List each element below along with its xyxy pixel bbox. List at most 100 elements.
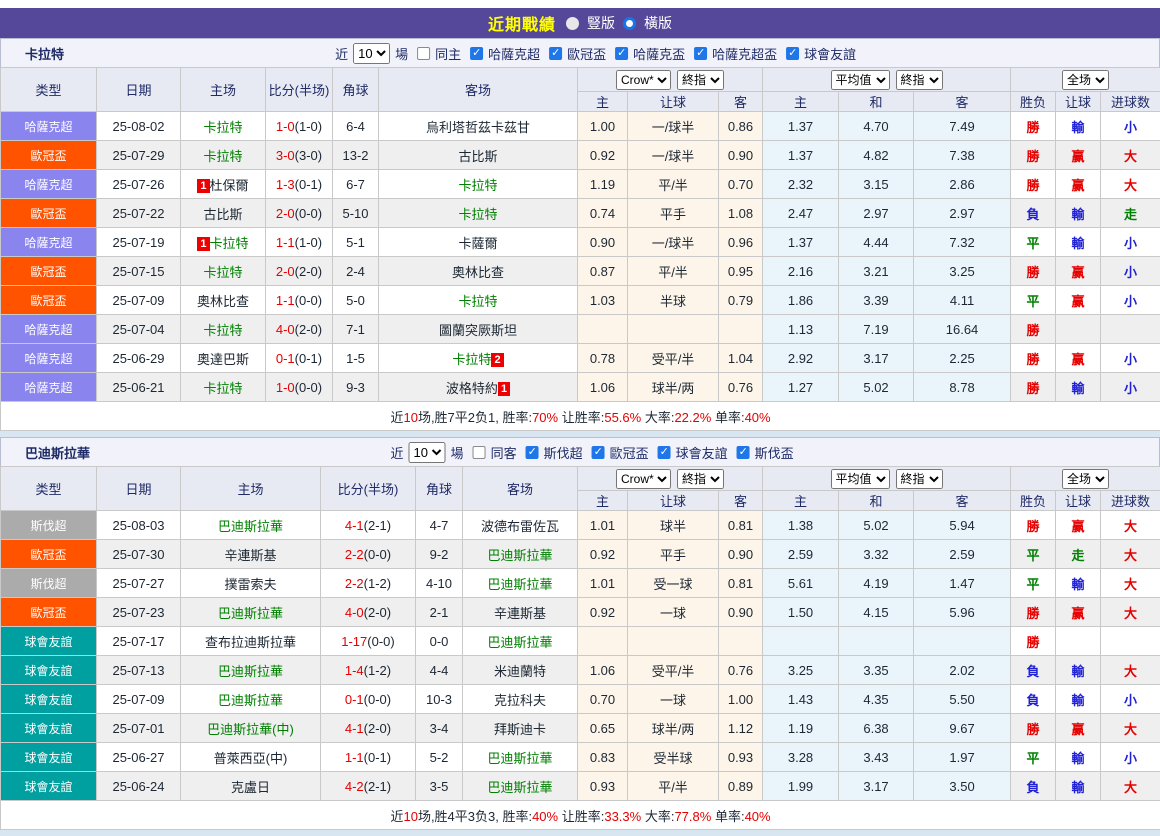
odds-company-select[interactable]: Crow*: [616, 70, 671, 90]
league-badge: 哈薩克超: [1, 315, 97, 344]
league-filter-2-checkbox[interactable]: [615, 47, 628, 60]
avg-away-value: 3.25: [914, 257, 1011, 286]
horizontal-layout-radio[interactable]: [623, 17, 636, 30]
home-team-name: 杜保爾: [210, 178, 249, 193]
league-filter-2-checkbox[interactable]: [658, 446, 671, 459]
league-badge: 歐冠盃: [1, 141, 97, 170]
league-filter-2-label[interactable]: 哈薩克盃: [633, 44, 685, 63]
result-goals: 小: [1101, 228, 1160, 257]
result-group-header: 全场: [1011, 68, 1160, 92]
avg-away-value: 5.96: [914, 598, 1011, 627]
result-outcome-text: 勝: [1027, 120, 1040, 135]
same-venue-label[interactable]: 同客: [491, 443, 517, 462]
league-filter-1-label[interactable]: 歐冠盃: [567, 44, 606, 63]
handicap-line: 受一球: [628, 569, 719, 598]
summary-segment: 55.6%: [604, 410, 641, 425]
avg-final-select[interactable]: 終指: [896, 70, 943, 90]
odds-final-select[interactable]: 終指: [677, 70, 724, 90]
league-badge: 歐冠盃: [1, 257, 97, 286]
result-goals-text: 大: [1124, 519, 1137, 534]
halftime-score: (1-2): [364, 663, 391, 678]
league-filter-4-checkbox[interactable]: [786, 47, 799, 60]
avg-final-select[interactable]: 終指: [896, 469, 943, 489]
league-filter-2-label[interactable]: 球會友誼: [676, 443, 728, 462]
scope-select[interactable]: 全场: [1062, 70, 1109, 90]
league-filter-3-checkbox[interactable]: [737, 446, 750, 459]
odds-company-select[interactable]: Crow*: [616, 469, 671, 489]
games-count-select[interactable]: 10: [409, 442, 446, 463]
league-filter-1-checkbox[interactable]: [592, 446, 605, 459]
league-badge: 哈薩克超: [1, 344, 97, 373]
fulltime-score: 4-1: [345, 518, 364, 533]
home-team: 古比斯: [181, 199, 266, 228]
same-venue-checkbox[interactable]: [473, 446, 486, 459]
halftime-score: (2-0): [295, 322, 322, 337]
league-badge: 歐冠盃: [1, 286, 97, 315]
result-outcome: 平: [1011, 540, 1056, 569]
scope-select[interactable]: 全场: [1062, 469, 1109, 489]
home-team: 巴迪斯拉華: [181, 598, 321, 627]
match-row: 球會友誼25-06-27普萊西亞(中)1-1(0-1)5-2巴迪斯拉華0.83受…: [1, 743, 1160, 772]
avg-away-value: [914, 627, 1011, 656]
same-venue-label[interactable]: 同主: [435, 44, 461, 63]
match-date: 25-06-21: [97, 373, 181, 402]
league-filter-0-checkbox[interactable]: [526, 446, 539, 459]
vertical-layout-radio[interactable]: [566, 17, 579, 30]
col-odds-line: 让球: [628, 491, 719, 511]
home-team-text: 1卡拉特: [197, 236, 248, 251]
fulltime-score: 1-1: [276, 293, 295, 308]
summary-segment: 40%: [745, 809, 771, 824]
away-team-text: 巴迪斯拉華: [487, 548, 552, 563]
halftime-score: (3-0): [295, 148, 322, 163]
league-filter-4-label[interactable]: 球會友誼: [804, 44, 856, 63]
away-team-name: 卡薩爾: [458, 236, 497, 251]
result-handicap-text: 輸: [1072, 664, 1085, 679]
home-team: 巴迪斯拉華: [181, 656, 321, 685]
odds-home-value: 1.01: [578, 569, 628, 598]
col-odds-line: 让球: [628, 92, 719, 112]
summary-cell: 近10场,胜7平2负1, 胜率:70% 让胜率:55.6% 大率:22.2% 单…: [1, 402, 1160, 431]
result-outcome: 勝: [1011, 141, 1056, 170]
match-date: 25-07-22: [97, 199, 181, 228]
fulltime-score: 4-0: [276, 322, 295, 337]
horizontal-layout-label[interactable]: 橫版: [644, 13, 672, 33]
result-outcome: 平: [1011, 743, 1056, 772]
avg-home-value: 2.16: [763, 257, 839, 286]
col-result-wdl: 胜负: [1011, 491, 1056, 511]
result-handicap: [1056, 627, 1101, 656]
vertical-layout-label[interactable]: 豎版: [587, 13, 615, 33]
home-team-text: 克盧日: [231, 780, 270, 795]
league-filter-3-checkbox[interactable]: [694, 47, 707, 60]
league-filter-0-checkbox[interactable]: [470, 47, 483, 60]
halftime-score: (1-2): [364, 576, 391, 591]
league-badge: 歐冠盃: [1, 540, 97, 569]
games-count-select[interactable]: 10: [353, 43, 390, 64]
result-handicap: 赢: [1056, 344, 1101, 373]
league-filter-3-label[interactable]: 哈薩克超盃: [712, 44, 777, 63]
home-team-text: 巴迪斯拉華(中): [207, 722, 294, 737]
result-handicap-text: 赢: [1072, 352, 1085, 367]
halftime-score: (1-0): [295, 235, 322, 250]
avg-select[interactable]: 平均值: [831, 70, 890, 90]
header-row-groups: 类型日期主场比分(半场)角球客场Crow*終指平均值終指全场: [1, 467, 1160, 491]
league-filter-0-label[interactable]: 哈薩克超: [488, 44, 540, 63]
handicap-line: 一/球半: [628, 141, 719, 170]
odds-home-value: 1.00: [578, 112, 628, 141]
home-team: 巴迪斯拉華(中): [181, 714, 321, 743]
league-filter-1-label[interactable]: 歐冠盃: [610, 443, 649, 462]
same-venue-checkbox[interactable]: [417, 47, 430, 60]
match-score: 4-2(2-1): [321, 772, 416, 801]
league-filter-0-label[interactable]: 斯伐超: [544, 443, 583, 462]
result-handicap-text: 走: [1072, 548, 1085, 563]
avg-select[interactable]: 平均值: [831, 469, 890, 489]
league-filter-3-label[interactable]: 斯伐盃: [755, 443, 794, 462]
league-filter-1-checkbox[interactable]: [549, 47, 562, 60]
corner-score: 6-4: [333, 112, 379, 141]
home-team-text: 1杜保爾: [197, 178, 248, 193]
team-name: 卡拉特: [25, 44, 64, 63]
odds-final-select[interactable]: 終指: [677, 469, 724, 489]
match-date: 25-06-27: [97, 743, 181, 772]
halftime-score: (0-0): [295, 380, 322, 395]
handicap-line: 一/球半: [628, 112, 719, 141]
avg-draw-value: 5.02: [839, 511, 914, 540]
